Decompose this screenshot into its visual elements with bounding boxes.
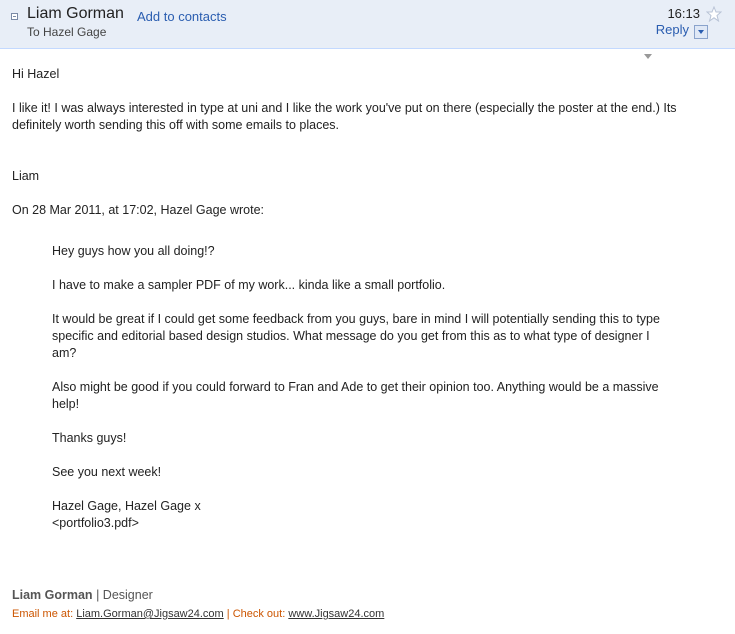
- signature-email-link[interactable]: Liam.Gorman@Jigsaw24.com: [76, 608, 224, 620]
- signature-separator: |: [96, 588, 100, 602]
- checkout-label: Check out:: [232, 608, 286, 620]
- email-label: Email me at:: [12, 608, 74, 620]
- sender-name[interactable]: Liam Gorman: [27, 5, 124, 23]
- message-paragraph: I like it! I was always interested in ty…: [12, 101, 677, 132]
- quoted-line: Hey guys how you all doing!?: [52, 244, 215, 258]
- signature-title: Designer: [102, 588, 153, 602]
- quoted-line: See you next week!: [52, 465, 162, 479]
- quoted-message: Hey guys how you all doing!? I have to m…: [52, 243, 672, 532]
- greeting: Hi Hazel: [12, 67, 60, 81]
- quoted-line: Thanks guys!: [52, 431, 127, 445]
- signature-line: Liam Gorman | Designer: [12, 588, 153, 602]
- quoted-line: Also might be good if you could forward …: [52, 380, 659, 411]
- quote-header: On 28 Mar 2011, at 17:02, Hazel Gage wro…: [12, 203, 264, 217]
- signature-name: Liam Gorman: [12, 588, 93, 602]
- star-icon[interactable]: [706, 6, 722, 22]
- signature-website-link[interactable]: www.Jigsaw24.com: [288, 608, 384, 620]
- reply-options-dropdown-icon[interactable]: [694, 25, 708, 39]
- message-body: Hi Hazel I like it! I was always interes…: [12, 66, 724, 549]
- quoted-line: Hazel Gage, Hazel Gage x: [52, 499, 201, 513]
- quoted-line: I have to make a sampler PDF of my work.…: [52, 278, 446, 292]
- collapse-icon[interactable]: [11, 13, 18, 20]
- message-header: Liam Gorman Add to contacts To Hazel Gag…: [0, 0, 735, 49]
- signoff: Liam: [12, 169, 40, 183]
- recipient-line: To Hazel Gage: [27, 25, 107, 39]
- signature-contact: Email me at: Liam.Gorman@Jigsaw24.com | …: [12, 608, 384, 620]
- show-trimmed-content-icon[interactable]: [644, 54, 652, 59]
- attachment-name: <portfolio3.pdf>: [52, 516, 139, 530]
- message-time: 16:13: [667, 6, 700, 21]
- quoted-line: It would be great if I could get some fe…: [52, 312, 660, 360]
- add-to-contacts-link[interactable]: Add to contacts: [137, 9, 227, 24]
- reply-link[interactable]: Reply: [656, 22, 689, 37]
- signature-separator: |: [226, 608, 230, 620]
